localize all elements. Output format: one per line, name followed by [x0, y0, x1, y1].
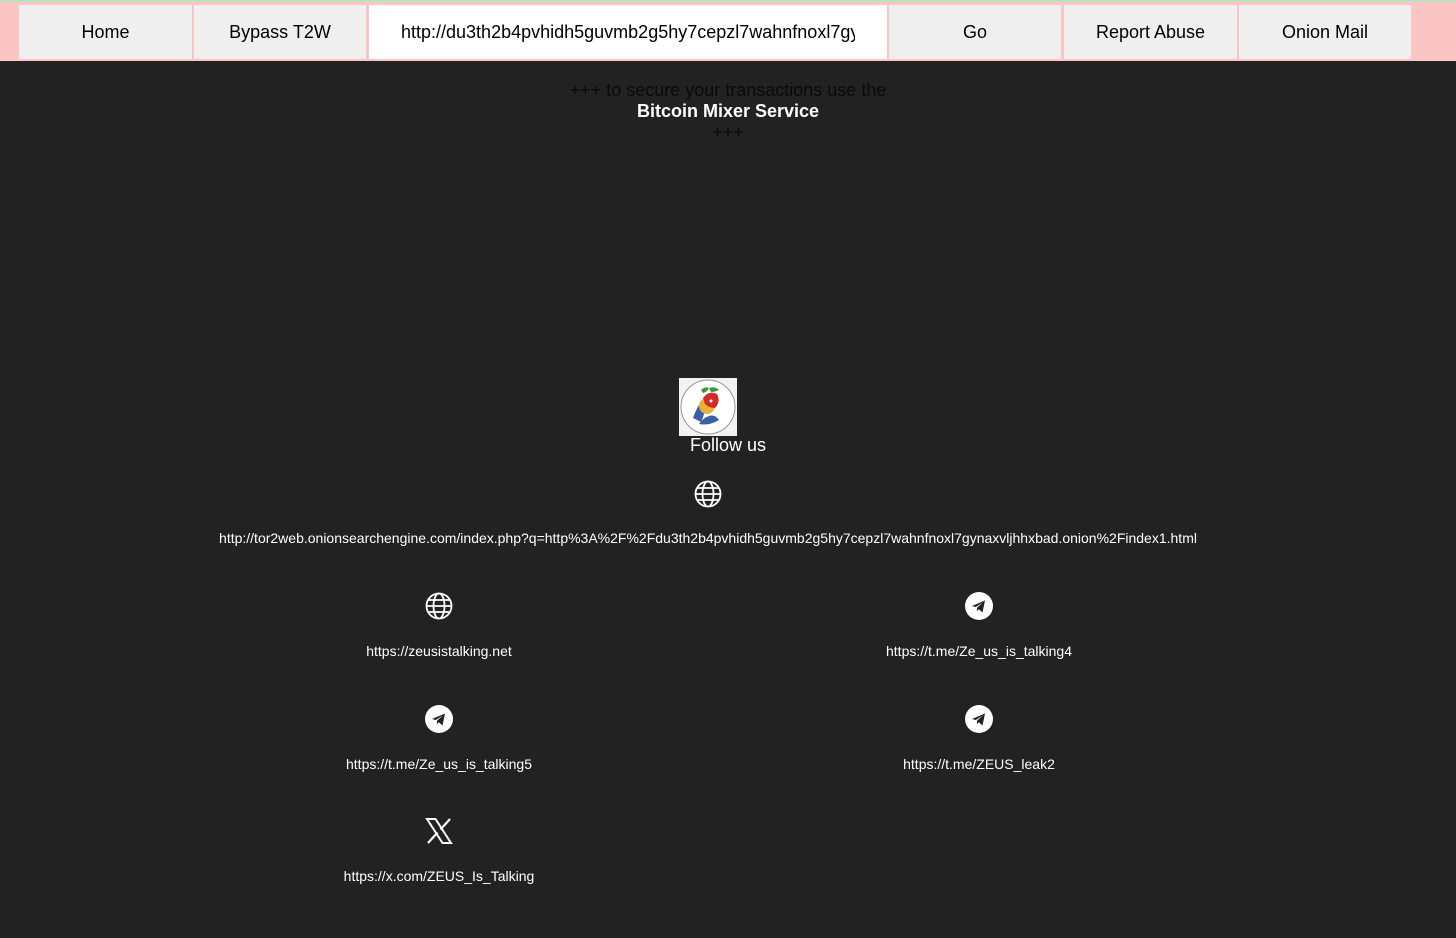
zeus-avatar	[679, 378, 737, 436]
banner-line-2: +++	[712, 122, 744, 142]
url-input[interactable]	[369, 5, 887, 59]
follow-us-heading: Follow us	[689, 435, 767, 455]
telegram-leak-link[interactable]: https://t.me/ZEUS_leak2	[779, 756, 1179, 772]
telegram-link-4[interactable]: https://t.me/Ze_us_is_talking4	[779, 643, 1179, 659]
top-nav-bar: Home Bypass T2W Go Report Abuse Onion Ma…	[0, 0, 1456, 61]
telegram-link-5[interactable]: https://t.me/Ze_us_is_talking5	[239, 756, 639, 772]
telegram-icon	[965, 592, 993, 620]
banner-line-1: +++ to secure your transactions use the	[569, 80, 887, 100]
website-link[interactable]: https://zeusistalking.net	[239, 643, 639, 659]
x-profile-link[interactable]: https://x.com/ZEUS_Is_Talking	[239, 868, 639, 884]
bypass-t2w-button[interactable]: Bypass T2W	[194, 5, 366, 59]
globe-icon	[425, 592, 453, 620]
tor2web-link[interactable]: http://tor2web.onionsearchengine.com/ind…	[0, 530, 1416, 546]
report-abuse-button[interactable]: Report Abuse	[1064, 5, 1237, 59]
home-button[interactable]: Home	[19, 5, 192, 59]
globe-icon	[694, 480, 722, 508]
zeus-logo-icon	[680, 379, 736, 435]
x-icon	[425, 818, 453, 844]
telegram-icon	[965, 705, 993, 733]
bitcoin-mixer-link[interactable]: Bitcoin Mixer Service	[0, 101, 1456, 122]
telegram-icon	[425, 705, 453, 733]
onion-mail-button[interactable]: Onion Mail	[1239, 5, 1411, 59]
go-button[interactable]: Go	[889, 5, 1061, 59]
mixer-banner: +++ to secure your transactions use the …	[0, 80, 1456, 143]
